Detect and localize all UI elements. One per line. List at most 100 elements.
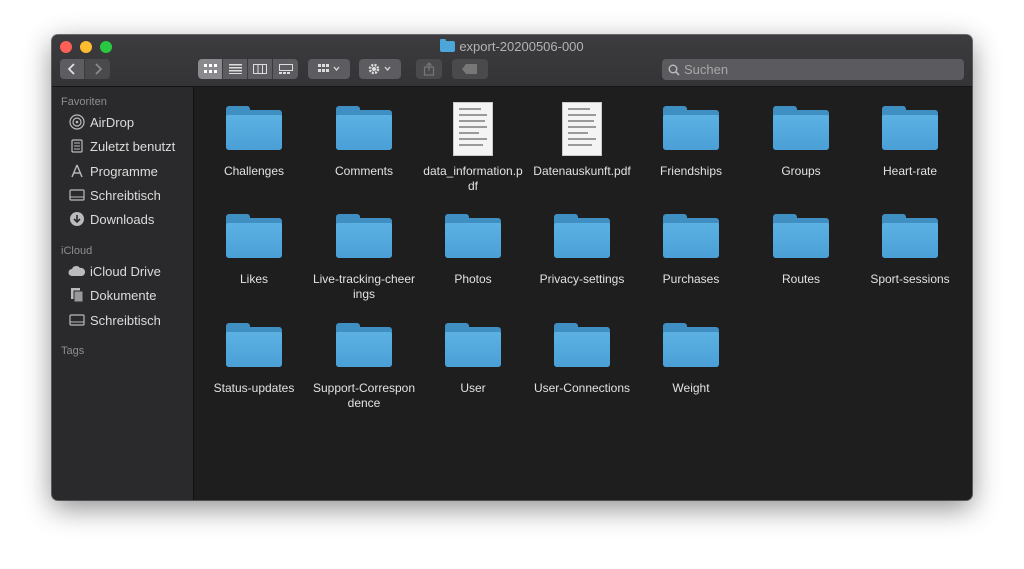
sidebar-header-tags: Tags [61,345,85,357]
folder-item[interactable]: Routes [749,206,853,287]
search-field[interactable] [662,59,964,80]
recents-icon [68,137,86,155]
folder-icon [663,106,719,150]
desktop-icon [68,311,86,329]
item-label: Weight [672,381,710,395]
sidebar-item-label: Schreibtisch [90,312,161,328]
item-label: Photos [454,272,492,286]
sidebar-item-label: AirDrop [90,114,135,130]
item-label: Groups [781,164,821,178]
tag-icon [462,64,477,74]
folder-icon [882,106,938,150]
folder-item[interactable]: Friendships [639,98,743,179]
sidebar: Favoriten AirDrop Zuletzt benutzt Progra… [52,87,194,500]
file-item[interactable]: Datenauskunft.pdf [530,98,634,179]
folder-item[interactable]: Photos [421,206,525,287]
folder-icon [773,214,829,258]
folder-icon [336,323,392,367]
item-label: Live-tracking-cheerings [312,272,416,301]
sidebar-item-applications[interactable]: Programme [68,161,158,181]
item-label: Datenauskunft.pdf [533,164,631,178]
folder-item[interactable]: Heart-rate [858,98,962,179]
sidebar-item-icloud-drive[interactable]: iCloud Drive [68,261,161,281]
airdrop-icon [68,113,86,131]
list-view-icon [228,64,242,74]
sidebar-item-downloads[interactable]: Downloads [68,209,154,229]
group-grid-icon [318,64,340,72]
sidebar-item-label: Downloads [90,211,155,227]
window-title: export-20200506-000 [52,39,972,55]
item-label: Purchases [662,272,720,286]
item-label: Comments [334,164,393,178]
list-view-button[interactable] [223,59,248,79]
gallery-view-button[interactable] [273,59,298,79]
desktop-icon [68,186,86,204]
item-label: Routes [781,272,821,286]
sidebar-item-label: Schreibtisch [90,187,161,203]
folder-icon [226,106,282,150]
folder-item[interactable]: Privacy-settings [530,206,634,287]
cloud-icon [68,262,86,280]
column-view-icon [253,64,267,74]
folder-item[interactable]: Comments [312,98,416,179]
item-label: Sport-sessions [870,272,950,286]
folder-icon [226,323,282,367]
share-button[interactable] [416,59,442,79]
item-label: Status-updates [213,381,295,395]
folder-icon [445,323,501,367]
folder-item[interactable]: Challenges [202,98,306,179]
folder-item[interactable]: Sport-sessions [858,206,962,287]
navigation-buttons [60,59,110,79]
folder-icon [440,39,456,52]
sidebar-item-icloud-desktop[interactable]: Schreibtisch [68,310,161,330]
search-input[interactable] [680,62,944,77]
group-by-button[interactable] [308,59,350,79]
sidebar-item-desktop[interactable]: Schreibtisch [68,185,161,205]
sidebar-item-airdrop[interactable]: AirDrop [68,112,134,132]
pdf-document-icon [562,102,602,156]
forward-button[interactable] [85,59,110,79]
icon-view-button[interactable] [198,59,223,79]
folder-item[interactable]: Support-Correspondence [312,315,416,411]
sidebar-item-label: iCloud Drive [90,263,161,279]
back-button[interactable] [60,59,85,79]
edit-tags-button[interactable] [452,59,488,79]
chevron-right-icon [94,63,102,75]
folder-icon [554,214,610,258]
file-item[interactable]: data_information.pdf [421,98,525,194]
sidebar-header-favorites: Favoriten [61,96,107,108]
folder-item[interactable]: Status-updates [202,315,306,396]
folder-icon [336,214,392,258]
window-title-text: export-20200506-000 [459,39,584,54]
folder-item[interactable]: Purchases [639,206,743,287]
chevron-left-icon [67,63,75,75]
item-label: data_information.pdf [423,164,523,193]
sidebar-item-label: Zuletzt benutzt [90,138,176,154]
folder-item[interactable]: Likes [202,206,306,287]
folder-icon [226,214,282,258]
folder-item[interactable]: User [421,315,525,396]
item-label: Heart-rate [882,164,938,178]
action-menu-button[interactable] [359,59,401,79]
folder-icon [336,106,392,150]
item-label: Likes [239,272,268,286]
gear-icon [368,63,391,75]
folder-item[interactable]: Live-tracking-cheerings [312,206,416,302]
applications-icon [68,162,86,180]
sidebar-item-documents[interactable]: Dokumente [68,285,156,305]
item-label: Challenges [223,164,285,178]
share-icon [423,62,435,76]
column-view-button[interactable] [248,59,273,79]
downloads-icon [68,210,86,228]
item-label: Support-Correspondence [312,381,416,410]
folder-icon [554,323,610,367]
folder-item[interactable]: Weight [639,315,743,396]
folder-item[interactable]: Groups [749,98,853,179]
folder-icon [663,214,719,258]
documents-icon [68,286,86,304]
item-label: User [460,381,486,395]
sidebar-item-recents[interactable]: Zuletzt benutzt [68,136,175,156]
folder-icon [773,106,829,150]
folder-item[interactable]: User-Connections [530,315,634,396]
finder-window: export-20200506-000 Suchen Favoriten Air… [52,35,972,500]
